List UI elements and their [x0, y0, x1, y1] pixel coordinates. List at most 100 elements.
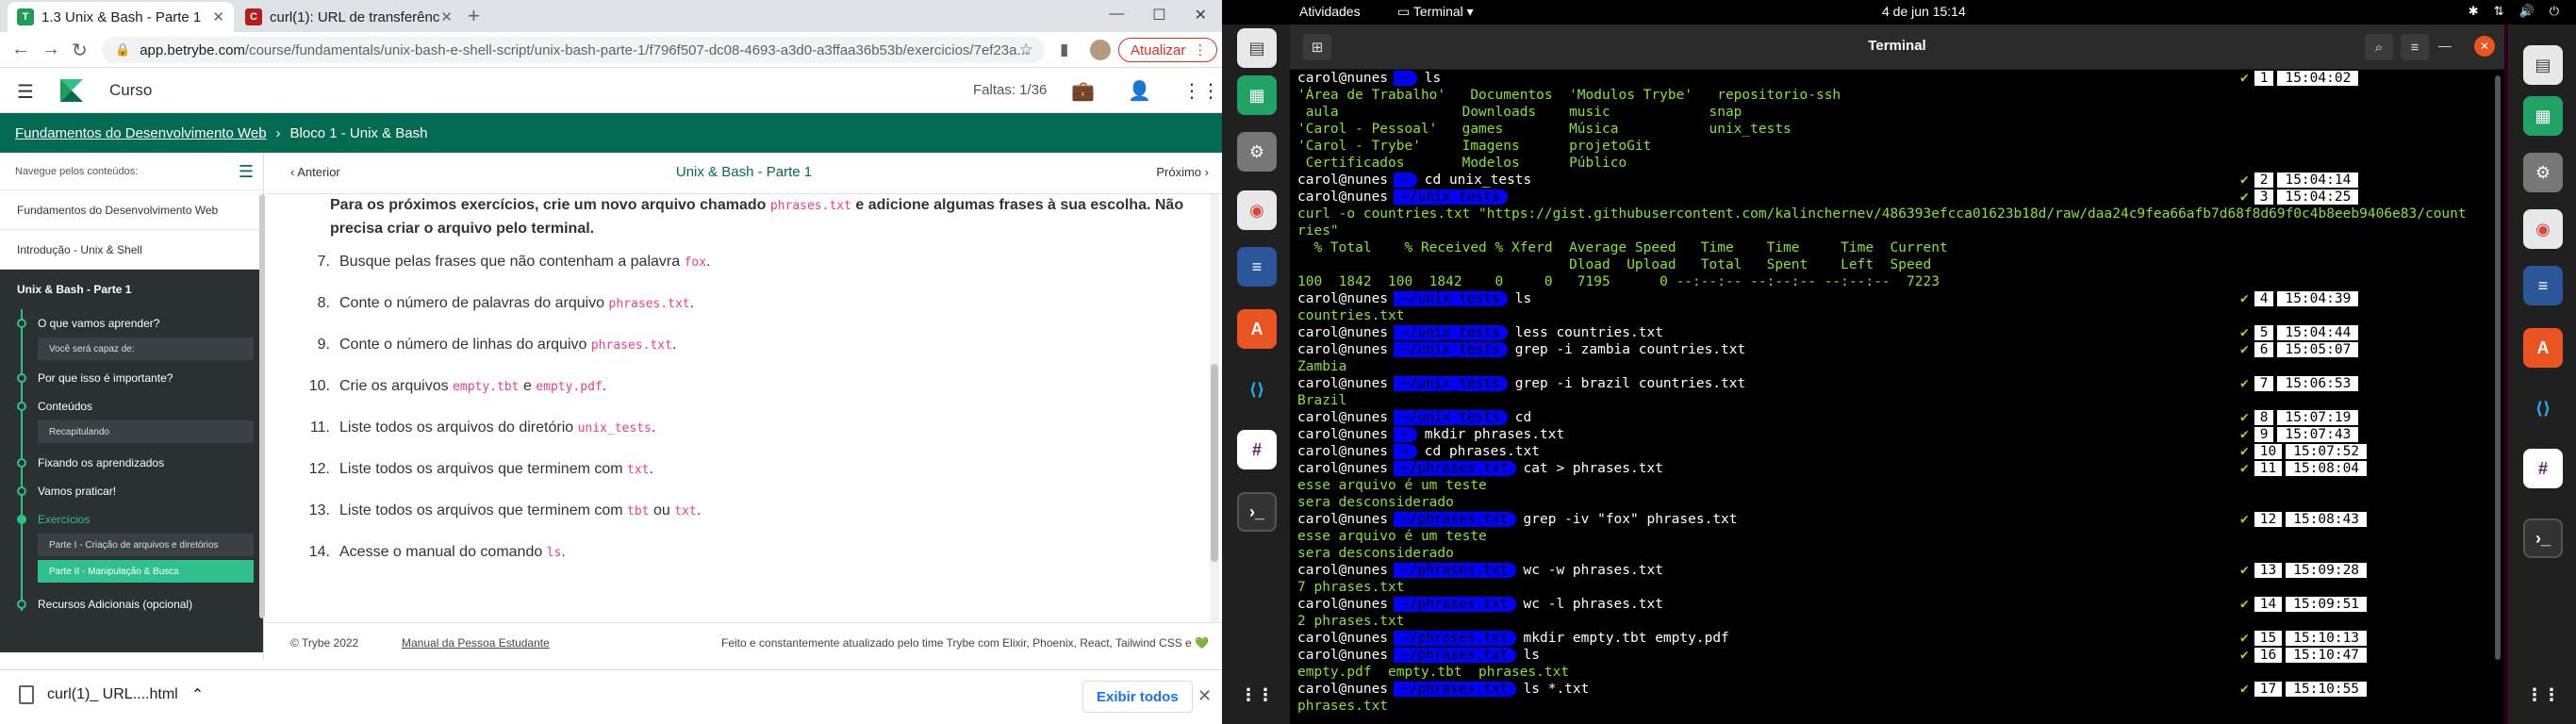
- content-scrollbar[interactable]: [1210, 194, 1219, 622]
- settings-gear-icon[interactable]: ⚙: [2523, 153, 2563, 192]
- system-tray[interactable]: ✱ ⇅ 🔊 ⏻: [2469, 4, 2559, 19]
- sidebar-item-introducao[interactable]: Introdução - Unix & Shell: [0, 230, 263, 270]
- sidebar-subitem[interactable]: Recursos Adicionais (opcional): [0, 590, 263, 618]
- hamburger-menu-icon[interactable]: ≡: [2401, 34, 2429, 60]
- close-downloads-icon[interactable]: ✕: [1197, 686, 1212, 706]
- inline-code: fox: [684, 255, 707, 270]
- trybe-logo-icon[interactable]: [57, 75, 87, 106]
- next-lesson-link[interactable]: Próximo ›: [1156, 165, 1209, 179]
- command-time: 15:07:52: [2286, 444, 2368, 459]
- close-window-icon[interactable]: ✕: [2474, 36, 2495, 57]
- writer-icon[interactable]: ≡: [2523, 266, 2563, 305]
- apps-grid-icon[interactable]: ⋮⋮: [1182, 79, 1220, 103]
- maximize-icon[interactable]: ☐: [1152, 6, 1165, 25]
- side-panel-icon[interactable]: ▮: [1060, 41, 1068, 59]
- check-icon: ✔: [2240, 648, 2249, 663]
- prompt-directory: ~/unix_tests: [1394, 291, 1508, 306]
- download-item[interactable]: curl(1)_ URL....html ⌃: [19, 685, 204, 704]
- subitem-label: Conteúdos: [38, 400, 93, 413]
- sidebar-subitem[interactable]: O que vamos aprender?: [0, 309, 263, 337]
- search-icon[interactable]: ⌕: [2365, 34, 2393, 60]
- inline-code: empty.pdf: [536, 380, 603, 394]
- url-path: /course/fundamentals/unix-bash-e-shell-s…: [244, 41, 1029, 58]
- user-icon[interactable]: 👤: [1128, 79, 1151, 103]
- vscode-icon[interactable]: ⟨⟩: [2523, 388, 2563, 428]
- slack-icon[interactable]: #: [2523, 449, 2563, 488]
- slack-tray-icon: ✱: [2468, 4, 2479, 18]
- command-time: 15:06:53: [2277, 376, 2359, 391]
- update-button[interactable]: Atualizar ⋮: [1118, 38, 1218, 62]
- chevron-up-icon[interactable]: ⌃: [191, 685, 204, 704]
- sidebar-heading: Navegue pelos conteúdos: ☰: [0, 153, 263, 190]
- close-tab-icon[interactable]: ✕: [212, 8, 224, 25]
- show-all-downloads-button[interactable]: Exibir todos: [1082, 681, 1193, 713]
- minimize-icon[interactable]: —: [1109, 6, 1124, 25]
- scrollbar-thumb[interactable]: [1211, 364, 1218, 562]
- prompt-directory: ~: [1394, 427, 1417, 442]
- clock[interactable]: 4 de jun 15:14: [1882, 4, 1966, 19]
- close-tab-icon[interactable]: ✕: [440, 8, 453, 25]
- reload-icon[interactable]: ↻: [72, 39, 88, 62]
- slack-icon[interactable]: #: [1237, 430, 1277, 469]
- sidebar-subitem-current[interactable]: Exercícios: [0, 505, 263, 534]
- new-tab-button[interactable]: +: [468, 4, 480, 28]
- address-bar[interactable]: 🔒 app.betrybe.com/course/fundamentals/un…: [102, 37, 1045, 63]
- profile-avatar[interactable]: [1090, 40, 1111, 60]
- power-icon: ⏻: [2549, 4, 2559, 18]
- sidebar-subsubitem[interactable]: Recapitulando: [38, 420, 254, 443]
- check-icon: ✔: [2240, 597, 2249, 612]
- show-apps-icon[interactable]: ⋮⋮: [1237, 675, 1277, 715]
- sidebar-item-fundamentos[interactable]: Fundamentos do Desenvolvimento Web: [0, 190, 263, 230]
- bookmark-star-icon[interactable]: ☆: [1019, 41, 1033, 59]
- chrome-icon[interactable]: ◉: [2523, 209, 2563, 249]
- spreadsheet-icon[interactable]: ▦: [2523, 96, 2563, 136]
- output-line: Certificados Modelos Público: [1297, 155, 2504, 172]
- sidebar-item-unix-bash-1[interactable]: Unix & Bash - Parte 1: [0, 270, 263, 309]
- close-window-icon[interactable]: ✕: [1195, 6, 1207, 25]
- activities-button[interactable]: Atividades: [1299, 4, 1361, 19]
- files-icon[interactable]: ▤: [1237, 28, 1277, 68]
- prompt-directory: ~/unix_tests: [1394, 325, 1508, 340]
- exercise-number: 10.: [308, 378, 330, 394]
- terminal-icon[interactable]: ›_: [1237, 492, 1277, 532]
- terminal-output[interactable]: carol@nunes ~ ls ✔ 1 15:04:02 'Área de Trabalh…: [1290, 70, 2504, 724]
- app-menu[interactable]: ▭ Terminal ▾: [1397, 4, 1474, 20]
- next-label: Próximo: [1156, 165, 1202, 179]
- sidebar-subitem[interactable]: Conteúdos: [0, 392, 263, 420]
- chrome-icon[interactable]: ◉: [1237, 190, 1277, 230]
- sidebar-subsubitem[interactable]: Parte I - Criação de arquivos e diretóri…: [38, 534, 254, 556]
- hamburger-menu-icon[interactable]: ☰: [17, 80, 34, 104]
- settings-gear-icon[interactable]: ⚙: [1237, 132, 1277, 172]
- manual-link[interactable]: Manual da Pessoa Estudante: [402, 636, 550, 650]
- lock-icon[interactable]: 🔒: [115, 42, 130, 58]
- software-store-icon[interactable]: A: [1237, 309, 1277, 349]
- sidebar-subitem[interactable]: Fixando os aprendizados: [0, 449, 263, 477]
- prompt-line: carol@nunes ~ cd unix_tests ✔ 2 15:04:14: [1297, 172, 2504, 189]
- prompt-user: carol@nunes: [1297, 682, 1395, 697]
- exercise-text-part: Crie os arquivos: [339, 378, 454, 394]
- collapse-sidebar-icon[interactable]: ☰: [239, 162, 254, 182]
- sidebar-subsubitem-current[interactable]: Parte II - Manipulação & Busca: [38, 560, 254, 583]
- terminal-scrollbar[interactable]: [2495, 75, 2501, 660]
- breadcrumb-root-link[interactable]: Fundamentos do Desenvolvimento Web: [15, 125, 267, 141]
- update-label: Atualizar: [1131, 41, 1186, 58]
- command-time: 15:04:44: [2277, 325, 2359, 340]
- forward-icon[interactable]: →: [41, 39, 60, 60]
- vscode-icon[interactable]: ⟨⟩: [1237, 370, 1277, 409]
- sidebar-subsubitem[interactable]: Você será capaz de:: [38, 337, 254, 360]
- files-icon[interactable]: ▤: [2523, 45, 2563, 85]
- sidebar-subitem[interactable]: Por que isso é importante?: [0, 364, 263, 392]
- back-icon[interactable]: ←: [11, 39, 30, 60]
- minimize-icon[interactable]: —: [2438, 38, 2452, 53]
- terminal-icon[interactable]: ›_: [2523, 518, 2563, 558]
- briefcase-icon[interactable]: 💼: [1071, 79, 1095, 103]
- sidebar-subitem[interactable]: Vamos praticar!: [0, 477, 263, 505]
- spreadsheet-icon[interactable]: ▦: [1237, 75, 1277, 115]
- writer-icon[interactable]: ≡: [1237, 247, 1277, 287]
- software-store-icon[interactable]: A: [2523, 328, 2563, 368]
- sidebar-scrollbar[interactable]: [259, 194, 265, 618]
- tab-unix-bash[interactable]: T 1.3 Unix & Bash - Parte 1 ✕: [8, 2, 234, 32]
- tab-curl-manual[interactable]: C curl(1): URL de transferênc ✕: [236, 2, 462, 32]
- course-label[interactable]: Curso: [109, 81, 152, 100]
- show-apps-icon[interactable]: ⋮⋮: [2523, 675, 2563, 715]
